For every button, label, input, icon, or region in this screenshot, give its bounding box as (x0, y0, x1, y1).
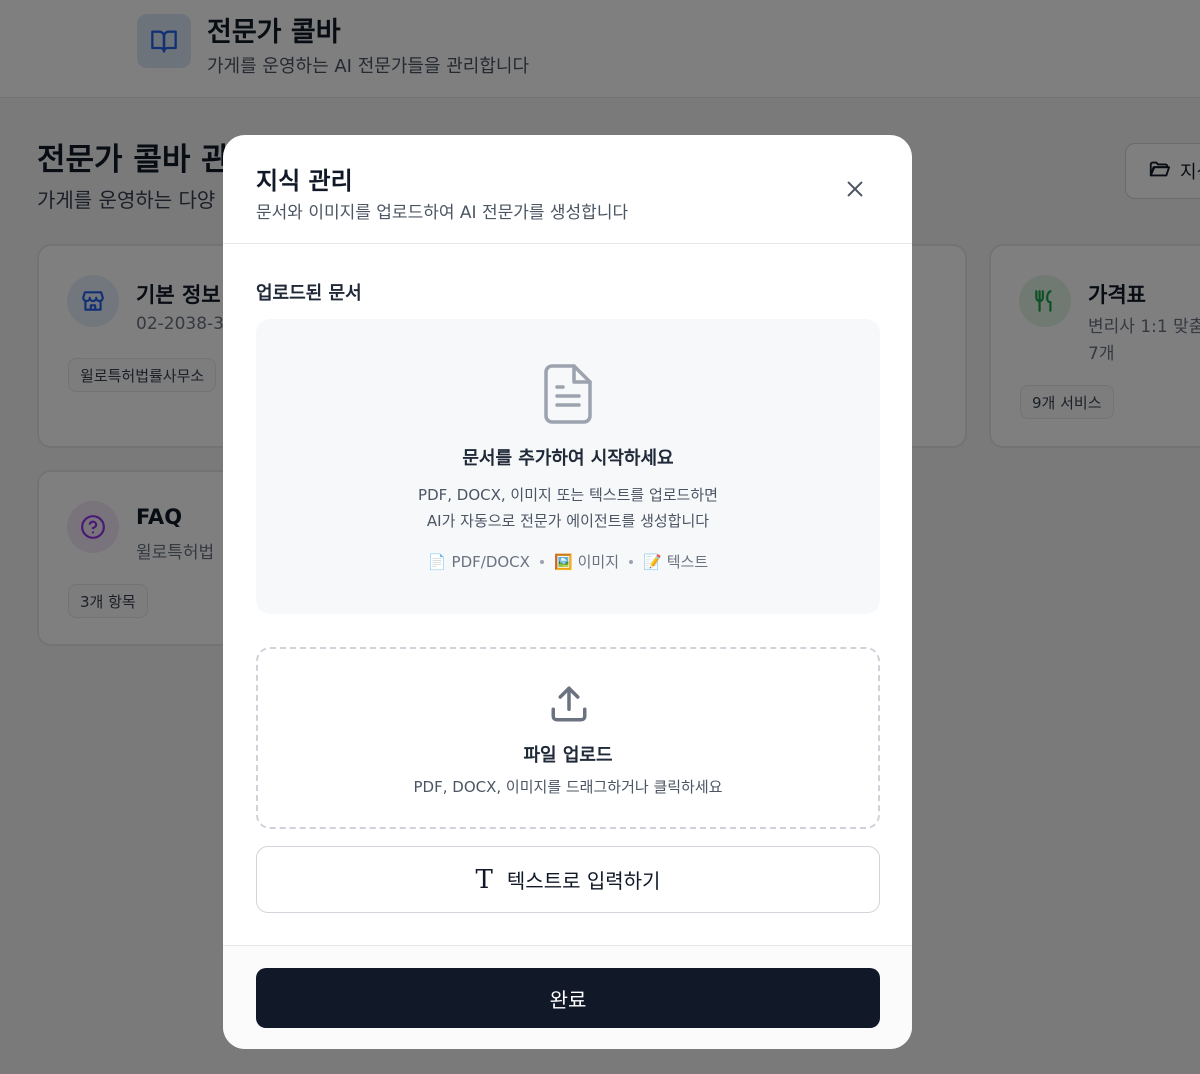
uploaded-docs-label: 업로드된 문서 (256, 283, 362, 304)
supported-types: 📄 PDF/DOCX 🖼️ 이미지 📝 텍스트 (256, 551, 880, 572)
type-label: PDF/DOCX (451, 552, 530, 571)
modal-title: 지식 관리 (256, 167, 353, 195)
type-text: 📝 텍스트 (643, 551, 708, 572)
type-label: 텍스트 (666, 553, 709, 571)
text-input-button[interactable]: T 텍스트로 입력하기 (256, 846, 880, 913)
empty-title: 문서를 추가하여 시작하세요 (462, 448, 674, 469)
modal-subtitle: 문서와 이미지를 업로드하여 AI 전문가를 생성합니다 (256, 203, 629, 223)
picture-icon: 🖼️ (553, 552, 573, 571)
upload-title: 파일 업로드 (523, 745, 613, 766)
type-image: 🖼️ 이미지 (554, 551, 619, 572)
type-pdf-docx: 📄 PDF/DOCX (428, 553, 530, 571)
close-button[interactable] (837, 171, 873, 207)
separator-dot (629, 559, 634, 564)
close-icon (847, 181, 863, 197)
upload-description: PDF, DOCX, 이미지를 드래그하거나 클릭하세요 (413, 778, 723, 796)
memo-icon: 📝 (643, 552, 662, 571)
empty-description-2: AI가 자동으로 전문가 에이전트를 생성합니다 (426, 512, 710, 530)
text-input-label: 텍스트로 입력하기 (506, 869, 661, 893)
upload-icon (551, 686, 587, 722)
page-icon: 📄 (427, 552, 447, 571)
done-button[interactable]: 완료 (256, 968, 880, 1028)
separator-dot (539, 559, 544, 564)
document-icon (544, 364, 592, 424)
empty-documents-state: 문서를 추가하여 시작하세요 PDF, DOCX, 이미지 또는 텍스트를 업로… (256, 319, 880, 614)
modal-header: 지식 관리 문서와 이미지를 업로드하여 AI 전문가를 생성합니다 (223, 135, 912, 244)
empty-description-1: PDF, DOCX, 이미지 또는 텍스트를 업로드하면 (418, 486, 718, 504)
text-type-icon: T (475, 864, 493, 895)
modal-footer: 완료 (223, 945, 912, 1049)
type-label: 이미지 (577, 553, 620, 571)
knowledge-modal: 지식 관리 문서와 이미지를 업로드하여 AI 전문가를 생성합니다 업로드된 … (223, 135, 912, 1049)
file-upload-dropzone[interactable]: 파일 업로드 PDF, DOCX, 이미지를 드래그하거나 클릭하세요 (256, 647, 880, 829)
